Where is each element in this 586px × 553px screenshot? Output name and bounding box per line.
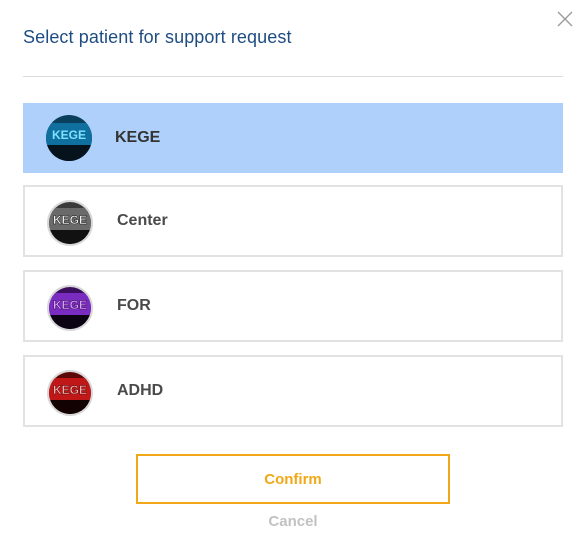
avatar-text: KEGE	[53, 213, 87, 227]
avatar: KEGE	[46, 115, 92, 161]
divider	[23, 76, 563, 77]
avatar: KEGE	[47, 285, 93, 331]
select-patient-dialog: Select patient for support request KEGE …	[0, 0, 586, 553]
avatar-text: KEGE	[53, 298, 87, 312]
avatar: KEGE	[47, 370, 93, 416]
close-icon[interactable]	[556, 10, 574, 28]
cancel-button[interactable]: Cancel	[136, 513, 450, 535]
dialog-title: Select patient for support request	[23, 27, 292, 47]
patient-item-adhd[interactable]: KEGE ADHD	[23, 355, 563, 427]
avatar: KEGE	[47, 200, 93, 246]
patient-item-kege[interactable]: KEGE KEGE	[23, 103, 563, 173]
patient-list: KEGE KEGE KEGE Center KEGE FOR KEGE ADHD	[23, 103, 563, 440]
patient-item-center[interactable]: KEGE Center	[23, 185, 563, 257]
patient-name: KEGE	[115, 129, 161, 146]
confirm-button[interactable]: Confirm	[136, 454, 450, 504]
patient-item-for[interactable]: KEGE FOR	[23, 270, 563, 342]
avatar-text: KEGE	[53, 383, 87, 397]
patient-name: ADHD	[117, 382, 164, 399]
avatar-text: KEGE	[52, 128, 86, 142]
patient-name: FOR	[117, 297, 151, 314]
patient-name: Center	[117, 212, 168, 229]
